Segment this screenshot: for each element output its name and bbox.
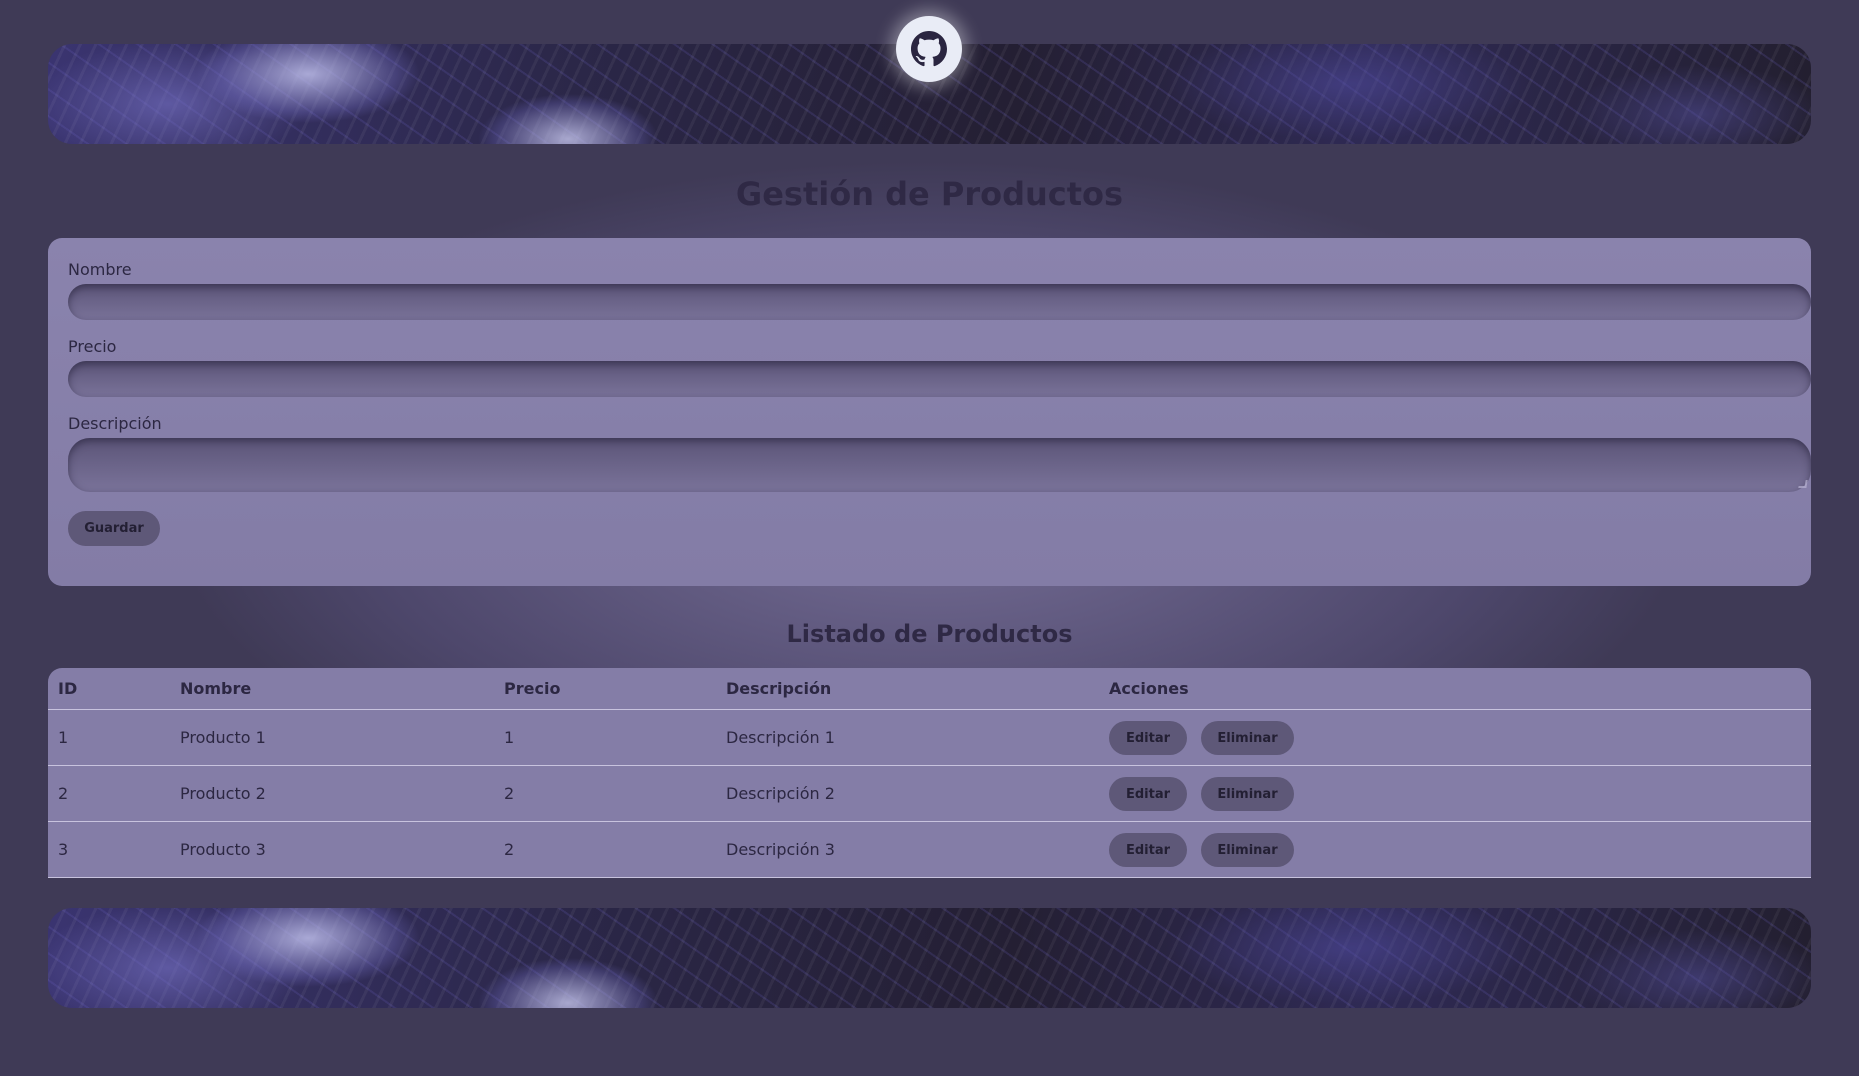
header-descripcion: Descripción (726, 679, 832, 698)
table-header-row: ID Nombre Precio Descripción Acciones (48, 668, 1811, 710)
cell-nombre: Producto 1 (180, 728, 266, 747)
table-row: 2 Producto 2 2 Descripción 2 Editar Elim… (48, 766, 1811, 822)
cell-precio: 1 (504, 728, 515, 747)
product-form: Nombre Precio Descripción Guardar (48, 238, 1811, 586)
price-input[interactable] (68, 361, 1811, 397)
cell-id: 2 (58, 784, 69, 803)
footer-banner (48, 908, 1811, 1008)
cell-precio: 2 (504, 840, 515, 859)
description-label: Descripción (68, 414, 162, 433)
table-row: 1 Producto 1 1 Descripción 1 Editar Elim… (48, 710, 1811, 766)
resize-handle-icon[interactable] (1798, 480, 1808, 488)
cell-id: 3 (58, 840, 69, 859)
delete-button[interactable]: Eliminar (1201, 833, 1294, 867)
page: Gestión de Productos Nombre Precio Descr… (0, 0, 1859, 1076)
cell-descripcion: Descripción 2 (726, 784, 835, 803)
header-id: ID (58, 679, 78, 698)
github-icon (911, 31, 947, 67)
name-label: Nombre (68, 260, 132, 279)
delete-button[interactable]: Eliminar (1201, 721, 1294, 755)
delete-button[interactable]: Eliminar (1201, 777, 1294, 811)
save-button[interactable]: Guardar (68, 511, 160, 546)
table-row: 3 Producto 3 2 Descripción 3 Editar Elim… (48, 822, 1811, 878)
cell-precio: 2 (504, 784, 515, 803)
github-link[interactable] (896, 16, 962, 82)
edit-button[interactable]: Editar (1109, 721, 1187, 755)
cell-descripcion: Descripción 1 (726, 728, 835, 747)
description-textarea[interactable] (68, 438, 1811, 492)
header-precio: Precio (504, 679, 561, 698)
edit-button[interactable]: Editar (1109, 777, 1187, 811)
cell-descripcion: Descripción 3 (726, 840, 835, 859)
page-title: Gestión de Productos (735, 175, 1124, 213)
name-input[interactable] (68, 284, 1811, 320)
header-nombre: Nombre (180, 679, 252, 698)
edit-button[interactable]: Editar (1109, 833, 1187, 867)
cell-id: 1 (58, 728, 69, 747)
products-table: ID Nombre Precio Descripción Acciones 1 … (48, 668, 1811, 878)
header-acciones: Acciones (1109, 679, 1189, 698)
cell-nombre: Producto 2 (180, 784, 266, 803)
list-title: Listado de Productos (786, 620, 1073, 648)
price-label: Precio (68, 337, 117, 356)
cell-nombre: Producto 3 (180, 840, 266, 859)
